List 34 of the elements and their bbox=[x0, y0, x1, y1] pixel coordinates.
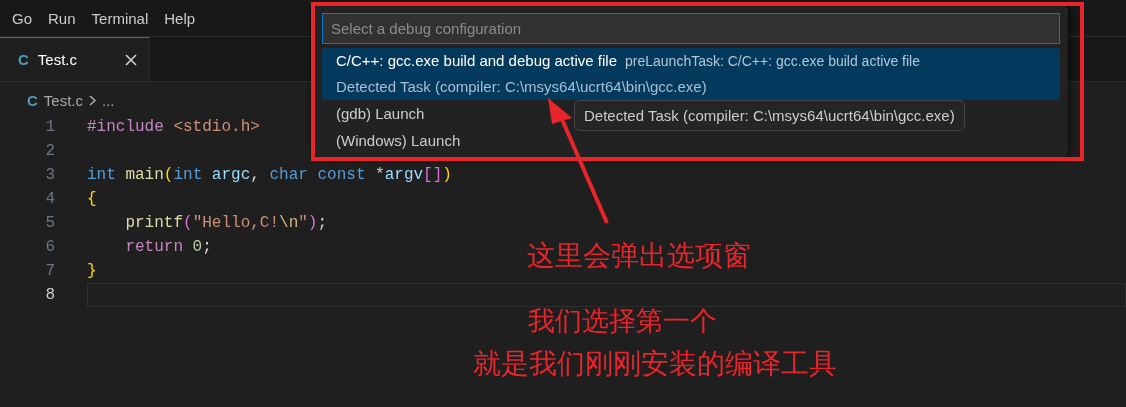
search-field[interactable]: Select a debug configuration bbox=[322, 13, 1060, 44]
breadcrumb-item[interactable]: ... bbox=[102, 91, 115, 109]
item-description: preLaunchTask: C/C++: gcc.exe build active file bbox=[625, 52, 920, 71]
menu-item[interactable]: Help bbox=[156, 9, 204, 27]
code-line: } bbox=[87, 262, 97, 280]
code-line: #include <stdio.h> bbox=[87, 118, 260, 136]
item-detail: Detected Task (compiler: C:\msys64\ucrt64\bin\gcc.exe) bbox=[336, 77, 708, 97]
breadcrumb-item[interactable]: Test.c bbox=[43, 91, 84, 109]
editor-tab[interactable]: C Test.c bbox=[0, 37, 150, 81]
c-file-icon: C bbox=[27, 91, 38, 109]
line-number: 2 bbox=[44, 142, 55, 160]
code-line: return 0; bbox=[124, 238, 212, 256]
code-line: printf("Hello,C!\n"); bbox=[124, 214, 328, 232]
line-number: 3 bbox=[44, 166, 55, 184]
chevron-icon bbox=[89, 94, 97, 106]
annotation-text: 我们选择第一个 bbox=[528, 304, 717, 338]
line-number: 8 bbox=[44, 286, 55, 304]
close-icon[interactable] bbox=[125, 53, 137, 66]
line-number: 7 bbox=[44, 262, 55, 280]
annotation-text: 这里会弹出选项窗 bbox=[527, 238, 751, 274]
list-item[interactable]: (Windows) Launch bbox=[322, 128, 1060, 154]
code-line: { bbox=[87, 190, 97, 208]
c-file-icon: C bbox=[18, 51, 29, 68]
list-item[interactable]: C/C++: gcc.exe build and debug active file preLaunchTask: C/C++: gcc.exe build active file Detected Task (compiler: C:\msys64\ucrt64\bin\gcc.exe) bbox=[322, 48, 1060, 100]
line-number: 6 bbox=[44, 238, 55, 256]
annotation-text: 就是我们刚刚安装的编译工具 bbox=[473, 346, 837, 382]
line-number: 5 bbox=[44, 214, 55, 232]
code-line: int main(int argc, char const *argv[]) bbox=[87, 166, 452, 184]
menu-item[interactable]: Go bbox=[4, 9, 40, 27]
menu-item[interactable]: Terminal bbox=[83, 9, 157, 27]
line-number: 4 bbox=[44, 190, 55, 208]
tooltip: Detected Task (compiler: C:\msys64\ucrt64\bin\gcc.exe) bbox=[574, 100, 965, 131]
menu-item[interactable]: Run bbox=[40, 9, 84, 27]
line-number: 1 bbox=[44, 118, 55, 136]
